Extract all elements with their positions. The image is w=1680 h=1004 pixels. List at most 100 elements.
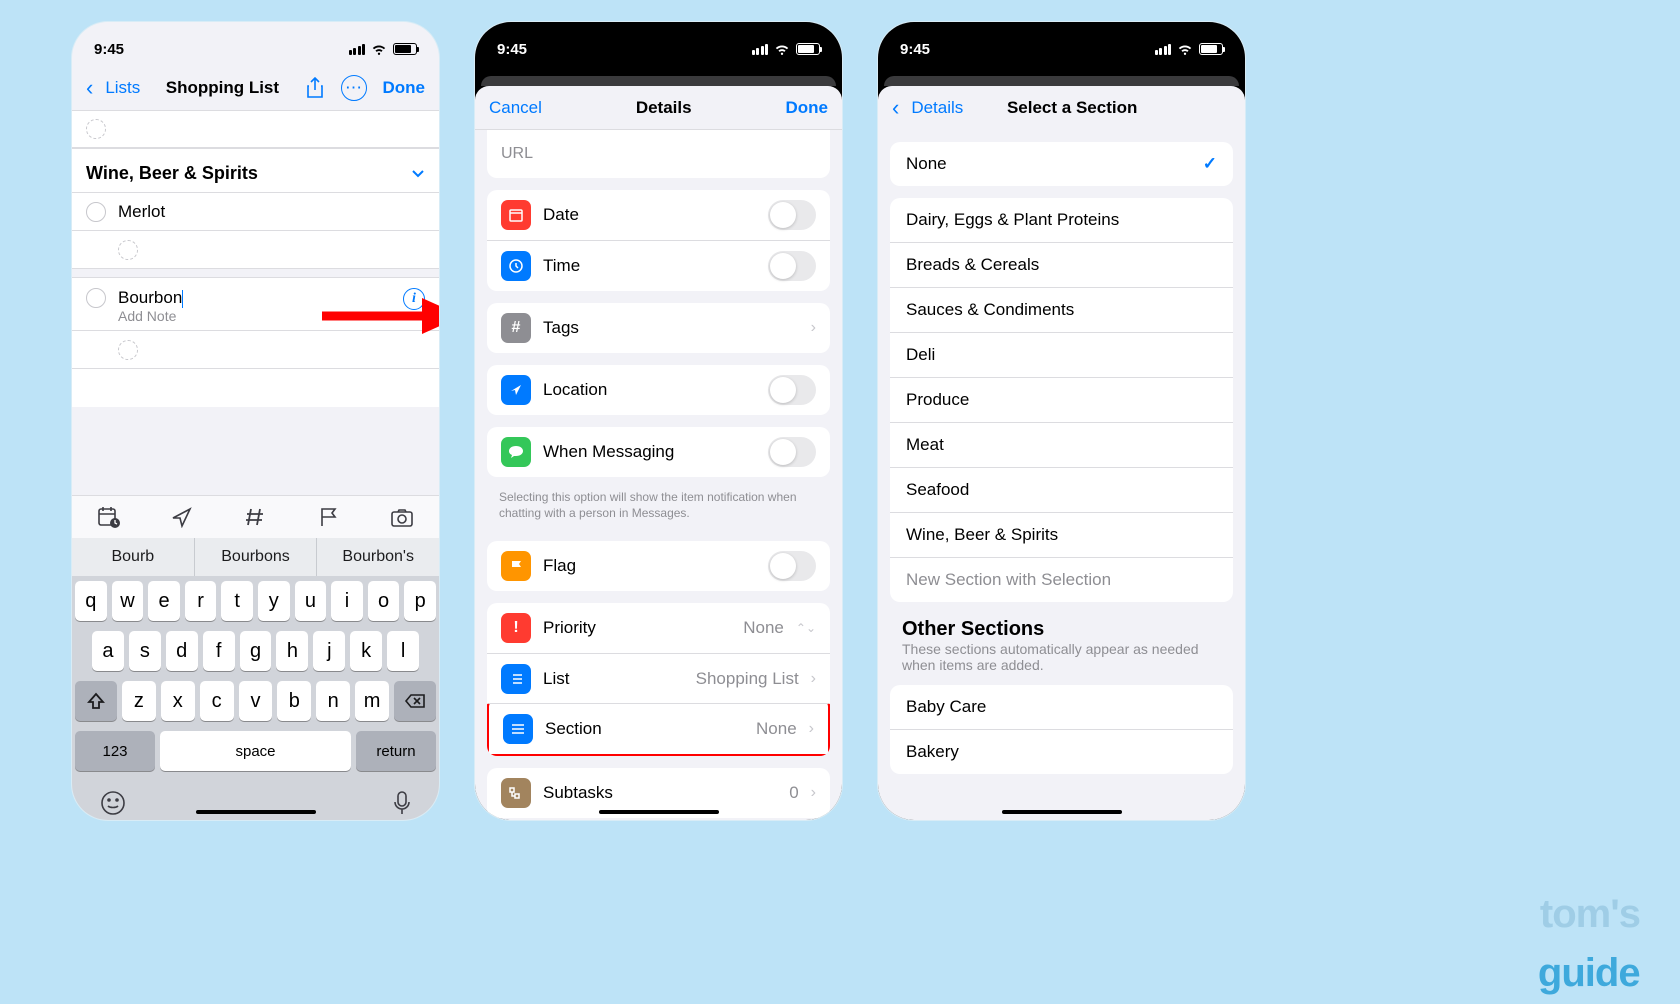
key-q[interactable]: q xyxy=(75,581,107,621)
key-z[interactable]: z xyxy=(122,681,156,721)
key-h[interactable]: h xyxy=(276,631,308,671)
more-icon[interactable]: ⋯ xyxy=(341,75,367,101)
info-icon[interactable]: i xyxy=(403,288,425,310)
key-r[interactable]: r xyxy=(185,581,217,621)
numeric-key[interactable]: 123 xyxy=(75,731,155,771)
row-date[interactable]: Date xyxy=(487,190,830,240)
flag-icon[interactable] xyxy=(317,506,341,528)
key-k[interactable]: k xyxy=(350,631,382,671)
key-w[interactable]: w xyxy=(112,581,144,621)
key-p[interactable]: p xyxy=(404,581,436,621)
section-option[interactable]: Wine, Beer & Spirits xyxy=(890,512,1233,557)
key-a[interactable]: a xyxy=(92,631,124,671)
mic-key[interactable] xyxy=(393,790,411,816)
back-button[interactable]: Lists xyxy=(105,78,140,98)
row-time[interactable]: Time xyxy=(487,240,830,291)
row-tags[interactable]: #Tags› xyxy=(487,303,830,353)
clock-icon xyxy=(501,251,531,281)
reminder-radio[interactable] xyxy=(86,202,106,222)
section-option[interactable]: Seafood xyxy=(890,467,1233,512)
cancel-button[interactable]: Cancel xyxy=(489,98,542,118)
hashtag-icon[interactable] xyxy=(243,506,267,528)
home-indicator[interactable] xyxy=(599,810,719,814)
space-key[interactable]: space xyxy=(160,731,351,771)
reminder-text-input[interactable]: Bourbon xyxy=(118,288,182,307)
status-time: 9:45 xyxy=(497,41,527,58)
section-option-none[interactable]: None✓ xyxy=(890,142,1233,186)
section-option[interactable]: Breads & Cereals xyxy=(890,242,1233,287)
return-key[interactable]: return xyxy=(356,731,436,771)
section-icon xyxy=(503,714,533,744)
location-icon[interactable] xyxy=(170,506,194,528)
row-flag[interactable]: Flag xyxy=(487,541,830,591)
section-option[interactable]: Deli xyxy=(890,332,1233,377)
url-field[interactable]: URL xyxy=(487,130,830,178)
status-indicators xyxy=(349,43,418,55)
home-indicator[interactable] xyxy=(196,810,316,814)
prediction[interactable]: Bourb xyxy=(72,538,195,576)
emoji-key[interactable] xyxy=(100,790,126,816)
shift-key[interactable] xyxy=(75,681,117,721)
key-x[interactable]: x xyxy=(161,681,195,721)
row-priority[interactable]: !PriorityNone⌃⌄ xyxy=(487,603,830,653)
reminder-row[interactable]: Merlot xyxy=(72,193,439,231)
section-header[interactable]: Wine, Beer & Spirits xyxy=(72,148,439,193)
key-s[interactable]: s xyxy=(129,631,161,671)
calendar-icon[interactable] xyxy=(97,506,121,528)
done-button[interactable]: Done xyxy=(383,78,426,98)
camera-icon[interactable] xyxy=(390,506,414,528)
row-location[interactable]: Location xyxy=(487,365,830,415)
row-section[interactable]: SectionNone› xyxy=(487,703,830,756)
toggle[interactable] xyxy=(768,551,816,581)
reminder-radio[interactable] xyxy=(118,240,138,260)
toggle[interactable] xyxy=(768,200,816,230)
key-i[interactable]: i xyxy=(331,581,363,621)
battery-icon xyxy=(393,43,417,55)
back-button[interactable]: Details xyxy=(911,98,963,118)
section-option[interactable]: Meat xyxy=(890,422,1233,467)
add-note-placeholder[interactable]: Add Note xyxy=(118,308,391,324)
key-l[interactable]: l xyxy=(387,631,419,671)
section-title: Wine, Beer & Spirits xyxy=(86,163,258,184)
section-option[interactable]: Dairy, Eggs & Plant Proteins xyxy=(890,198,1233,242)
key-b[interactable]: b xyxy=(277,681,311,721)
key-f[interactable]: f xyxy=(203,631,235,671)
key-g[interactable]: g xyxy=(240,631,272,671)
row-list[interactable]: ListShopping List› xyxy=(487,653,830,704)
tomsguide-logo: tom's guide xyxy=(1540,892,1640,982)
toggle[interactable] xyxy=(768,375,816,405)
key-m[interactable]: m xyxy=(355,681,389,721)
section-option[interactable]: Sauces & Condiments xyxy=(890,287,1233,332)
section-option[interactable]: Baby Care xyxy=(890,685,1233,729)
key-e[interactable]: e xyxy=(148,581,180,621)
row-messaging[interactable]: When Messaging xyxy=(487,427,830,477)
reminder-row-editing[interactable]: Bourbon Add Note i xyxy=(72,278,439,331)
reminder-radio[interactable] xyxy=(86,119,106,139)
key-d[interactable]: d xyxy=(166,631,198,671)
section-option[interactable]: Bakery xyxy=(890,729,1233,774)
section-option[interactable]: Produce xyxy=(890,377,1233,422)
reminder-radio[interactable] xyxy=(86,288,106,308)
prediction[interactable]: Bourbon's xyxy=(317,538,439,576)
key-c[interactable]: c xyxy=(200,681,234,721)
share-icon[interactable] xyxy=(305,77,325,99)
key-n[interactable]: n xyxy=(316,681,350,721)
back-chevron-icon[interactable]: ‹ xyxy=(86,75,93,101)
key-y[interactable]: y xyxy=(258,581,290,621)
page-title: Shopping List xyxy=(166,78,279,98)
backspace-key[interactable] xyxy=(394,681,436,721)
wifi-icon xyxy=(1177,43,1193,55)
key-j[interactable]: j xyxy=(313,631,345,671)
reminder-radio[interactable] xyxy=(118,340,138,360)
key-u[interactable]: u xyxy=(295,581,327,621)
key-t[interactable]: t xyxy=(221,581,253,621)
toggle[interactable] xyxy=(768,251,816,281)
key-v[interactable]: v xyxy=(239,681,273,721)
back-chevron-icon[interactable]: ‹ xyxy=(892,95,899,121)
home-indicator[interactable] xyxy=(1002,810,1122,814)
toggle[interactable] xyxy=(768,437,816,467)
prediction[interactable]: Bourbons xyxy=(195,538,318,576)
key-o[interactable]: o xyxy=(368,581,400,621)
signal-icon xyxy=(1155,44,1172,55)
done-button[interactable]: Done xyxy=(785,98,828,118)
